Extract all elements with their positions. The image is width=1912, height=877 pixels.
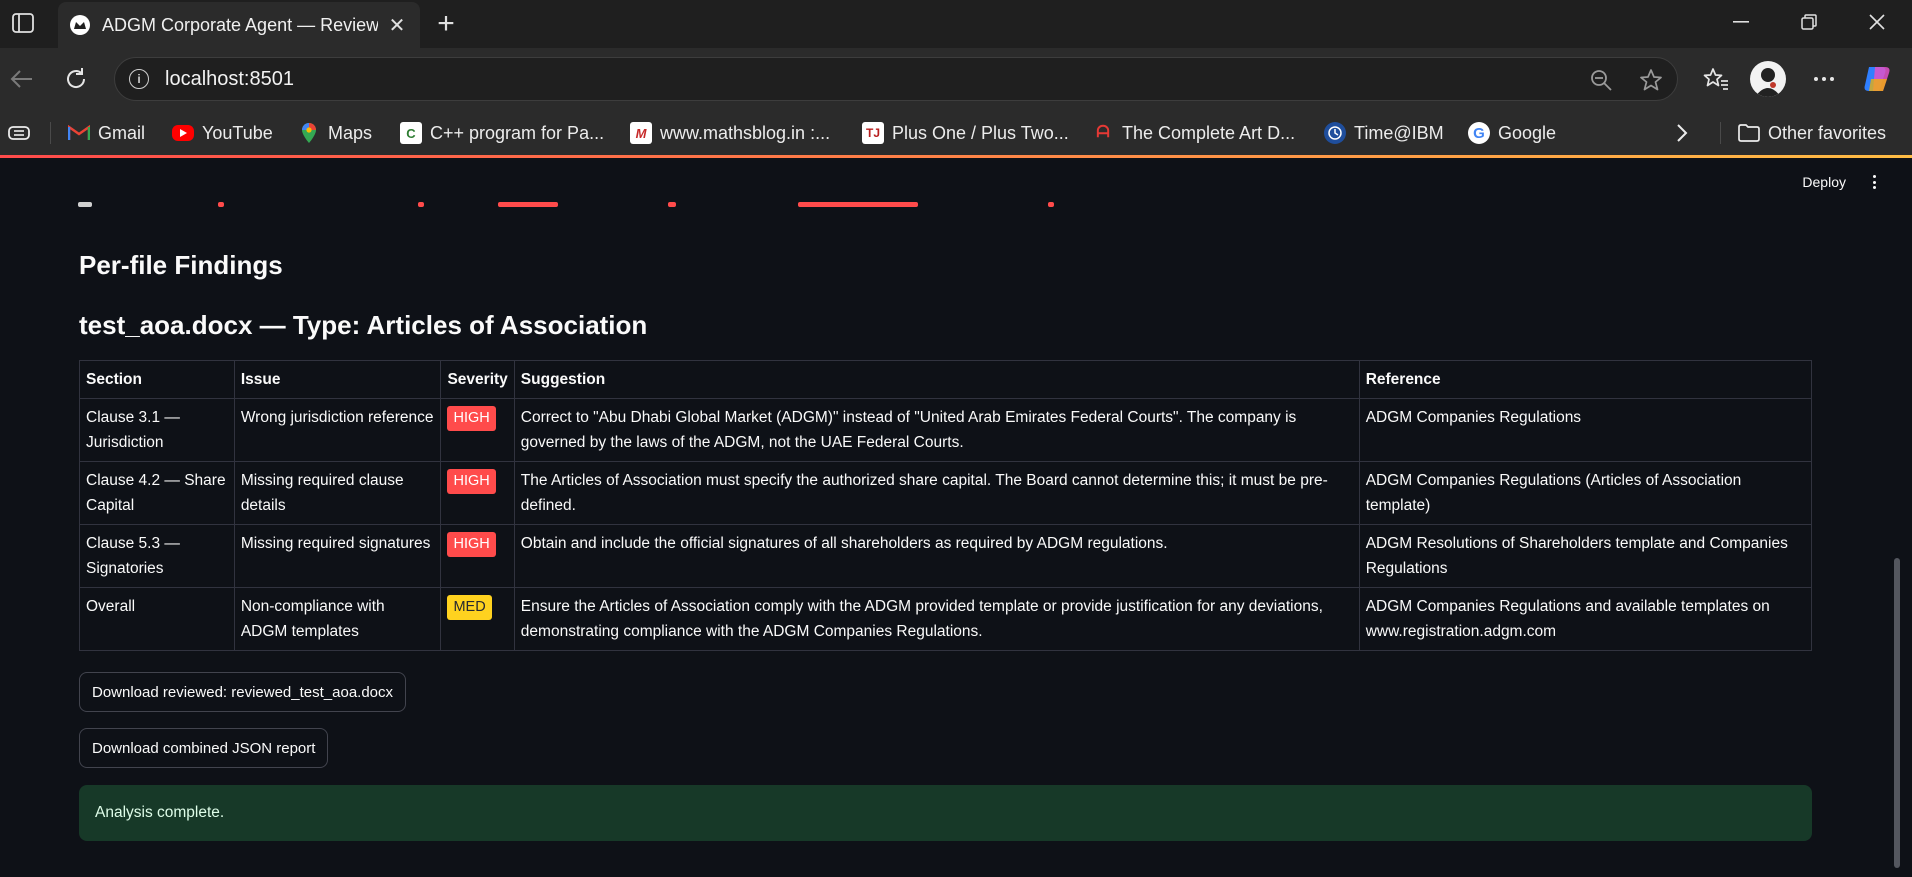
bookmark-maps[interactable]: Maps bbox=[298, 120, 372, 146]
google-icon: G bbox=[1468, 122, 1490, 144]
severity-badge: HIGH bbox=[447, 406, 496, 431]
deploy-button[interactable]: Deploy bbox=[1802, 174, 1846, 190]
download-json-report-button[interactable]: Download combined JSON report bbox=[79, 728, 329, 768]
table-row: Overall Non-compliance with ADGM templat… bbox=[79, 587, 1813, 651]
severity-badge: HIGH bbox=[447, 532, 496, 557]
bookmarks-bar: Gmail YouTube Maps C C++ program for Pa.… bbox=[0, 110, 1912, 156]
favorites-icon[interactable] bbox=[1702, 65, 1730, 93]
minimize-icon[interactable] bbox=[1706, 0, 1776, 44]
severity-cell: HIGH bbox=[440, 461, 515, 525]
profile-avatar[interactable] bbox=[1750, 61, 1786, 97]
new-tab-icon[interactable]: + bbox=[430, 7, 462, 40]
suggestion-cell: Obtain and include the official signatur… bbox=[513, 524, 1360, 588]
bookmark-separator bbox=[1720, 122, 1721, 144]
success-alert: Analysis complete. bbox=[79, 785, 1812, 841]
column-header[interactable]: Suggestion bbox=[513, 360, 1360, 399]
tab-actions-icon[interactable] bbox=[6, 8, 40, 38]
suggestion-cell: Correct to "Abu Dhabi Global Market (ADG… bbox=[513, 398, 1360, 462]
section-cell: Clause 3.1 — Jurisdiction bbox=[79, 398, 235, 462]
severity-cell: HIGH bbox=[440, 398, 515, 462]
restore-icon[interactable] bbox=[1774, 0, 1844, 44]
column-header[interactable]: Reference bbox=[1358, 360, 1813, 399]
severity-badge: MED bbox=[447, 595, 492, 620]
gmail-icon bbox=[68, 122, 90, 144]
reference-cell: ADGM Companies Regulations (Articles of … bbox=[1358, 461, 1813, 525]
section-cell: Overall bbox=[79, 587, 235, 651]
bookmark-cpp[interactable]: C C++ program for Pa... bbox=[400, 120, 604, 146]
bookmark-gmail[interactable]: Gmail bbox=[68, 120, 145, 146]
page-scrollbar[interactable] bbox=[1894, 558, 1900, 868]
streamlit-favicon-icon bbox=[70, 15, 90, 35]
zoom-out-icon[interactable] bbox=[1589, 68, 1613, 92]
url-text: localhost:8501 bbox=[165, 67, 294, 90]
bookmark-plusone[interactable]: TJ Plus One / Plus Two... bbox=[862, 120, 1069, 146]
suggestion-cell: The Articles of Association must specify… bbox=[513, 461, 1360, 525]
severity-cell: HIGH bbox=[440, 524, 515, 588]
active-tab[interactable]: ADGM Corporate Agent — Review ✕ bbox=[58, 2, 420, 48]
browser-tab-bar: ADGM Corporate Agent — Review ✕ + bbox=[0, 0, 1912, 48]
reference-cell: ADGM Resolutions of Shareholders templat… bbox=[1358, 524, 1813, 588]
column-header[interactable]: Severity bbox=[440, 360, 515, 399]
issue-cell: Missing required clause details bbox=[233, 461, 442, 525]
severity-cell: MED bbox=[440, 587, 515, 651]
bookmarks-overflow-chevron-icon[interactable] bbox=[1676, 120, 1688, 146]
section-cell: Clause 4.2 — Share Capital bbox=[79, 461, 235, 525]
app-main: Deploy Per-file Findings test_aoa.docx —… bbox=[0, 158, 1912, 877]
site-info-icon[interactable]: i bbox=[129, 69, 149, 89]
favorite-star-icon[interactable] bbox=[1639, 68, 1663, 92]
issue-cell: Missing required signatures bbox=[233, 524, 442, 588]
table-row: Clause 5.3 — Signatories Missing require… bbox=[79, 524, 1813, 588]
other-favorites[interactable]: Other favorites bbox=[1738, 120, 1886, 146]
more-options-icon[interactable] bbox=[1810, 65, 1838, 93]
bookmark-google[interactable]: G Google bbox=[1468, 120, 1556, 146]
bookmark-mathsblog[interactable]: M www.mathsblog.in :... bbox=[630, 120, 830, 146]
issue-cell: Wrong jurisdiction reference bbox=[233, 398, 442, 462]
cpp-icon: C bbox=[400, 122, 422, 144]
reload-icon[interactable] bbox=[58, 61, 94, 97]
section-cell: Clause 5.3 — Signatories bbox=[79, 524, 235, 588]
clipped-text-line bbox=[78, 202, 1058, 210]
tab-title: ADGM Corporate Agent — Review bbox=[102, 14, 378, 35]
maps-icon bbox=[298, 122, 320, 144]
folder-icon bbox=[1738, 122, 1760, 144]
page-heading: Per-file Findings bbox=[79, 250, 283, 280]
column-header[interactable]: Section bbox=[79, 360, 235, 399]
issue-cell: Non-compliance with ADGM templates bbox=[233, 587, 442, 651]
column-header[interactable]: Issue bbox=[233, 360, 442, 399]
art-icon: ᗩ bbox=[1096, 124, 1110, 141]
reference-cell: ADGM Companies Regulations bbox=[1358, 398, 1813, 462]
browser-toolbar: i localhost:8501 bbox=[0, 48, 1912, 110]
reference-cell: ADGM Companies Regulations and available… bbox=[1358, 587, 1813, 651]
suggestion-cell: Ensure the Articles of Association compl… bbox=[513, 587, 1360, 651]
findings-table: Section Issue Severity Suggestion Refere… bbox=[79, 360, 1813, 651]
copilot-icon[interactable] bbox=[1860, 62, 1894, 96]
clock-icon bbox=[1324, 122, 1346, 144]
mathsblog-icon: M bbox=[630, 122, 652, 144]
reading-list-icon[interactable] bbox=[8, 120, 30, 146]
download-reviewed-button[interactable]: Download reviewed: reviewed_test_aoa.doc… bbox=[79, 672, 407, 712]
table-row: Clause 4.2 — Share Capital Missing requi… bbox=[79, 461, 1813, 525]
address-bar[interactable]: i localhost:8501 bbox=[114, 57, 1678, 101]
tab-close-icon[interactable]: ✕ bbox=[386, 14, 408, 37]
table-header-row: Section Issue Severity Suggestion Refere… bbox=[79, 360, 1813, 399]
table-row: Clause 3.1 — Jurisdiction Wrong jurisdic… bbox=[79, 398, 1813, 462]
main-menu-icon[interactable] bbox=[1866, 172, 1882, 192]
plusone-icon: TJ bbox=[862, 122, 884, 144]
back-icon[interactable] bbox=[4, 61, 40, 97]
bookmark-art[interactable]: ᗩ The Complete Art D... bbox=[1092, 120, 1295, 146]
severity-badge: HIGH bbox=[447, 469, 496, 494]
bookmark-separator bbox=[50, 122, 51, 144]
status-message: Analysis complete. bbox=[95, 804, 225, 821]
bookmark-timeibm[interactable]: Time@IBM bbox=[1324, 120, 1444, 146]
bookmark-youtube[interactable]: YouTube bbox=[172, 120, 273, 146]
file-heading: test_aoa.docx — Type: Articles of Associ… bbox=[79, 310, 648, 340]
youtube-icon bbox=[172, 125, 194, 141]
close-window-icon[interactable] bbox=[1842, 0, 1912, 44]
